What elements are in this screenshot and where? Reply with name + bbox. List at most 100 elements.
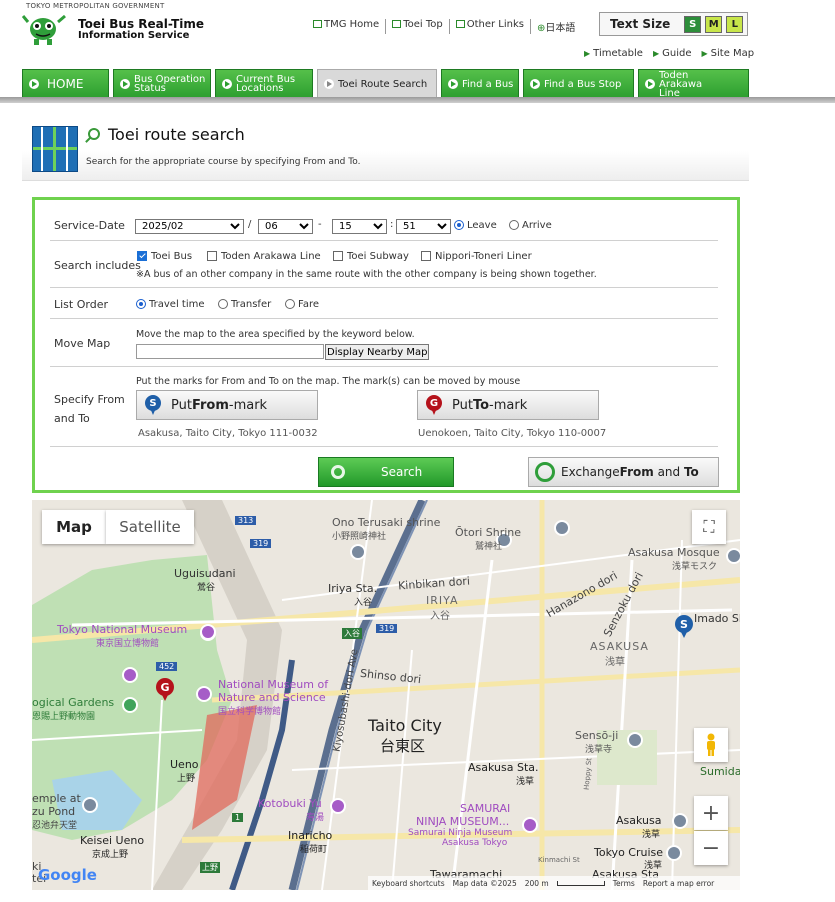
arrow-circle-icon xyxy=(530,79,540,89)
put-from-mark-button[interactable]: S Put From -mark xyxy=(136,390,318,420)
tab-home[interactable]: HOME xyxy=(22,69,109,98)
divider xyxy=(50,287,718,288)
start-marker[interactable]: S xyxy=(675,615,693,639)
fullscreen-icon[interactable]: ⛶ xyxy=(692,510,726,544)
label-line: and To xyxy=(54,412,90,425)
toden-arakawa-checkbox[interactable]: Toden Arakawa Line xyxy=(207,251,321,262)
tab-find-a-bus-stop[interactable]: Find a Bus Stop xyxy=(523,69,634,98)
tab-toei-route-search[interactable]: Toei Route Search xyxy=(317,69,437,98)
text-size-large-button[interactable]: L xyxy=(726,15,744,33)
shrine-icon[interactable] xyxy=(350,544,366,560)
street-view-pegman-icon[interactable] xyxy=(694,728,728,762)
timetable-link[interactable]: ▶ Timetable xyxy=(584,48,643,59)
museum-icon[interactable] xyxy=(122,667,138,683)
map-label: Kotobuki Yu xyxy=(258,797,322,810)
tab-label: HOME xyxy=(47,76,84,91)
tab-current-bus-locations[interactable]: Current Bus Locations xyxy=(215,69,313,98)
day-select[interactable]: 06 xyxy=(258,219,313,234)
temple-icon[interactable] xyxy=(82,797,98,813)
minute-select[interactable]: 51 xyxy=(396,219,451,234)
nippori-toneri-checkbox[interactable]: Nippori-Toneri Liner xyxy=(421,251,532,262)
service-date-label: Service-Date xyxy=(54,219,125,232)
route-map[interactable]: 313 319 319 452 1 入谷 上野 Ono Terusaki shr… xyxy=(32,500,740,890)
map-attribution-bar: Keyboard shortcuts Map data ©2025 200 m … xyxy=(368,876,740,890)
google-logo[interactable]: Google xyxy=(38,866,97,884)
goal-marker[interactable]: G xyxy=(156,678,174,702)
to-address: Uenokoen, Taito City, Tokyo 110-0007 xyxy=(418,428,607,439)
report-error-link[interactable]: Report a map error xyxy=(643,879,714,888)
temple-icon[interactable] xyxy=(627,732,643,748)
button-text: Put xyxy=(452,397,473,413)
button-text: -mark xyxy=(228,397,268,413)
map-type-map-button[interactable]: Map xyxy=(42,510,106,544)
checkbox-checked-icon xyxy=(137,251,147,261)
map-data-label: Map data ©2025 xyxy=(452,878,517,888)
shrine-icon[interactable] xyxy=(554,520,570,536)
japanese-link[interactable]: ⊕日本語 xyxy=(531,19,581,34)
fare-radio[interactable]: Fare xyxy=(285,299,319,310)
keyword-input[interactable] xyxy=(136,344,324,359)
site-map-link[interactable]: ▶ Site Map xyxy=(702,48,755,59)
museum-icon[interactable] xyxy=(522,817,538,833)
zoom-out-button[interactable]: − xyxy=(694,831,728,865)
brand-title[interactable]: Toei Bus Real-Time Information Service xyxy=(78,18,204,41)
hour-select[interactable]: 15 xyxy=(332,219,387,234)
map-label: 京成上野 xyxy=(92,850,129,860)
text-size-label: Text Size xyxy=(610,17,671,31)
search-button[interactable]: Search xyxy=(318,457,454,487)
road-sign: 入谷 xyxy=(342,628,362,639)
mascot-logo-icon[interactable] xyxy=(22,12,68,46)
guide-link[interactable]: ▶ Guide xyxy=(653,48,692,59)
year-month-select[interactable]: 2025/02 xyxy=(135,219,244,234)
arrow-circle-icon xyxy=(29,79,39,89)
tmg-home-link[interactable]: TMG Home xyxy=(307,19,387,34)
text-size-small-button[interactable]: S xyxy=(684,15,702,33)
zoo-icon[interactable] xyxy=(122,697,138,713)
display-nearby-map-button[interactable]: Display Nearby Map xyxy=(325,344,430,360)
text-size-medium-button[interactable]: M xyxy=(705,15,723,33)
museum-icon[interactable] xyxy=(196,686,212,702)
transfer-radio[interactable]: Transfer xyxy=(218,299,271,310)
map-type-satellite-button[interactable]: Satellite xyxy=(106,510,194,544)
sub-links: ▶ Timetable ▶ Guide ▶ Site Map xyxy=(584,48,754,59)
radio-icon xyxy=(509,220,519,230)
page-subtitle: Search for the appropriate course by spe… xyxy=(86,157,361,167)
radio-label: Leave xyxy=(467,220,497,231)
from-address: Asakusa, Taito City, Tokyo 111-0032 xyxy=(138,428,318,439)
arrow-right-icon: ▶ xyxy=(652,49,660,58)
ferry-icon[interactable] xyxy=(666,845,682,861)
mosque-icon[interactable] xyxy=(726,548,740,564)
zoom-in-button[interactable]: + xyxy=(694,796,728,830)
route-shield: 319 xyxy=(376,624,398,633)
tab-label: Current Bus Locations xyxy=(236,74,296,94)
nav-divider xyxy=(0,97,835,103)
temple-icon[interactable] xyxy=(672,813,688,829)
travel-time-radio[interactable]: Travel time xyxy=(136,299,205,310)
toei-top-link[interactable]: Toei Top xyxy=(386,19,450,34)
map-label: Uguisudani xyxy=(174,567,236,580)
button-text: Put xyxy=(171,397,192,413)
map-label: Ōtori Shrine xyxy=(455,526,522,539)
museum-icon[interactable] xyxy=(200,624,216,640)
bathhouse-icon[interactable] xyxy=(330,798,346,814)
map-label: Ueno xyxy=(170,758,199,771)
map-label: 上野 xyxy=(177,774,196,784)
toei-bus-checkbox[interactable]: Toei Bus xyxy=(137,251,192,262)
leave-radio[interactable]: Leave xyxy=(454,220,497,231)
arrive-radio[interactable]: Arrive xyxy=(509,220,552,231)
link-label: Timetable xyxy=(593,48,643,59)
keyboard-shortcuts-link[interactable]: Keyboard shortcuts xyxy=(372,879,445,888)
button-text: Exchange xyxy=(561,465,620,479)
tab-toden-arakawa-line[interactable]: Toden Arakawa Line xyxy=(638,69,749,98)
start-pin-icon: S xyxy=(145,395,161,415)
tab-find-a-bus[interactable]: Find a Bus xyxy=(441,69,519,98)
link-label: TMG Home xyxy=(324,19,380,30)
other-links-link[interactable]: Other Links xyxy=(450,19,531,34)
gov-label: TOKYO METROPOLITAN GOVERNMENT xyxy=(26,2,165,10)
exchange-from-to-button[interactable]: Exchange From and To xyxy=(528,457,719,487)
tab-bus-operation-status[interactable]: Bus Operation Status xyxy=(113,69,211,98)
terms-link[interactable]: Terms xyxy=(613,879,635,888)
put-to-mark-button[interactable]: G Put To -mark xyxy=(417,390,599,420)
arrow-circle-icon xyxy=(324,79,334,89)
toei-subway-checkbox[interactable]: Toei Subway xyxy=(333,251,409,262)
